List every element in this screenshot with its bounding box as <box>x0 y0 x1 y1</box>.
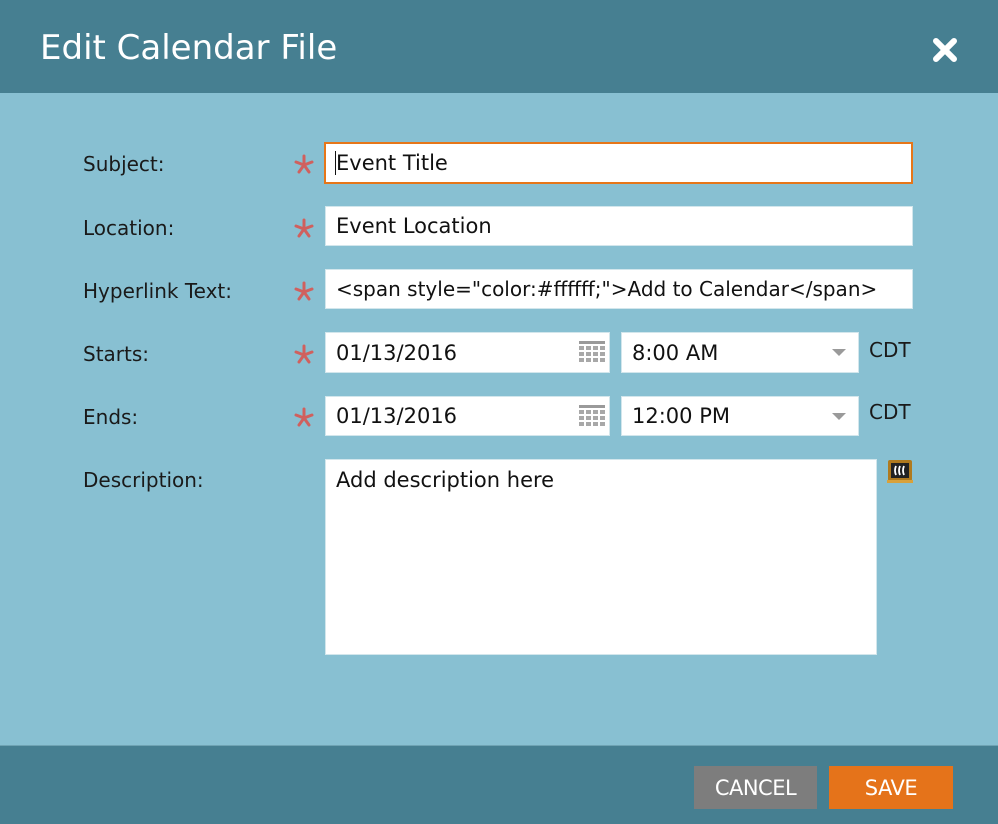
end-time-select[interactable]: 12:00 PM <box>621 396 859 436</box>
dialog-header: Edit Calendar File <box>0 0 998 93</box>
dialog-title: Edit Calendar File <box>40 28 338 68</box>
subject-label: Subject: <box>83 152 165 176</box>
location-input[interactable]: Event Location <box>325 206 913 246</box>
required-asterisk-icon <box>294 218 314 238</box>
starts-label: Starts: <box>83 342 150 366</box>
close-icon <box>933 38 957 62</box>
chevron-down-icon <box>832 413 846 420</box>
cancel-button[interactable]: CANCEL <box>694 766 817 809</box>
rich-text-editor-icon[interactable] <box>886 459 914 485</box>
hyperlink-text-label: Hyperlink Text: <box>83 279 233 303</box>
hyperlink-text-input[interactable]: <span style="color:#ffffff;">Add to Cale… <box>325 269 913 309</box>
start-time-select[interactable]: 8:00 AM <box>621 332 859 373</box>
chevron-down-icon <box>832 349 846 356</box>
subject-input[interactable]: Event Title <box>324 142 913 184</box>
required-asterisk-icon <box>294 344 314 364</box>
start-date-input[interactable]: 01/13/2016 <box>325 332 610 373</box>
ends-label: Ends: <box>83 405 139 429</box>
calendar-icon[interactable] <box>579 341 605 363</box>
description-textarea[interactable]: Add description here <box>325 459 877 655</box>
location-label: Location: <box>83 216 175 240</box>
close-button[interactable] <box>930 35 960 65</box>
required-asterisk-icon <box>294 407 314 427</box>
calendar-icon[interactable] <box>579 405 605 427</box>
end-date-input[interactable]: 01/13/2016 <box>325 396 610 436</box>
required-asterisk-icon <box>294 154 314 174</box>
edit-calendar-dialog: Edit Calendar File Subject: Event Title … <box>0 0 998 824</box>
start-timezone: CDT <box>869 338 911 362</box>
required-asterisk-icon <box>294 281 314 301</box>
save-button[interactable]: SAVE <box>829 766 953 809</box>
end-timezone: CDT <box>869 400 911 424</box>
description-label: Description: <box>83 468 204 492</box>
